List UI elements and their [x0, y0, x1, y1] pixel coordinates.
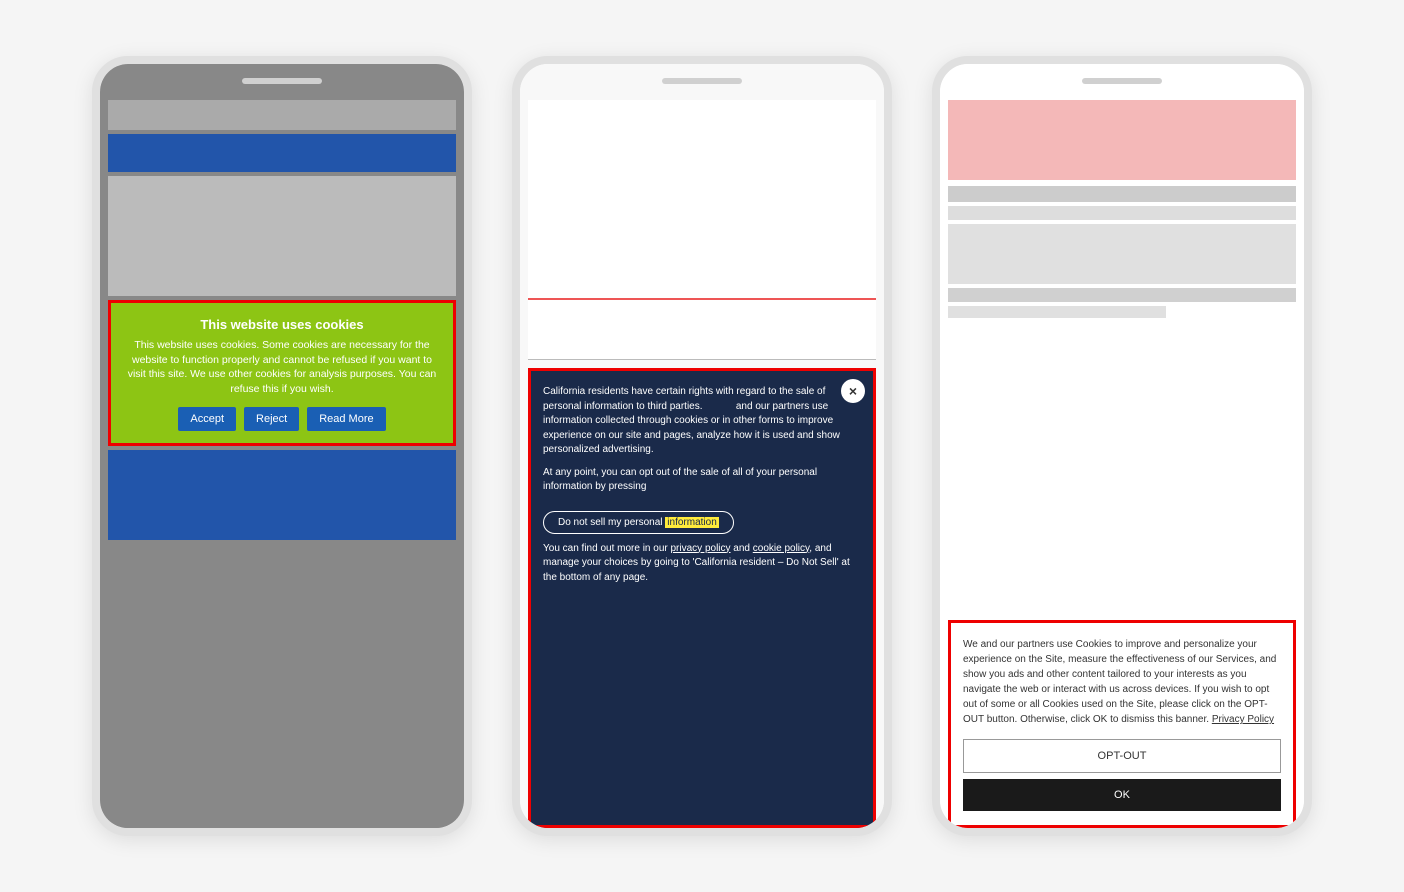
- ccpa-text2: At any point, you can opt out of the sal…: [543, 466, 861, 495]
- phone1-gray-bottom: [108, 540, 456, 828]
- close-icon: ×: [849, 383, 857, 399]
- privacy-policy-link[interactable]: privacy policy: [671, 543, 731, 554]
- phone3-pink-top: [948, 100, 1296, 180]
- opt-out-button[interactable]: OPT-OUT: [963, 739, 1281, 773]
- phone3-gray4: [948, 288, 1296, 302]
- do-not-sell-label: Do not sell my personal information: [558, 517, 719, 528]
- reject-button[interactable]: Reject: [244, 407, 299, 431]
- cookie-policy-link[interactable]: cookie policy: [753, 543, 810, 554]
- cookie-banner-title: This website uses cookies: [123, 317, 441, 332]
- ccpa-text1: California residents have certain rights…: [543, 385, 861, 458]
- phone1-content: This website uses cookies This website u…: [100, 64, 464, 828]
- phone2-white-mid: [528, 300, 876, 360]
- phone3-cookie-text: We and our partners use Cookies to impro…: [963, 637, 1281, 727]
- ccpa-close-button[interactable]: ×: [841, 379, 865, 403]
- phone2-content: × California residents have certain righ…: [520, 64, 884, 828]
- phone3-spacer: [940, 320, 1304, 612]
- phone3-gray3: [948, 224, 1296, 284]
- cookie-banner-buttons: Accept Reject Read More: [123, 407, 441, 431]
- ccpa-text3: You can find out more in our privacy pol…: [543, 542, 861, 586]
- phone2-white-top: [528, 100, 876, 300]
- phone1-bottom-blue: [108, 450, 456, 540]
- phone-1: This website uses cookies This website u…: [92, 56, 472, 836]
- phone3-content: We and our partners use Cookies to impro…: [940, 64, 1304, 828]
- phone3-gray5: [948, 306, 1166, 318]
- phone3-gray2: [948, 206, 1296, 220]
- phone3-cookie-banner: We and our partners use Cookies to impro…: [948, 620, 1296, 828]
- accept-button[interactable]: Accept: [178, 407, 236, 431]
- phone1-blue-bar: [108, 134, 456, 172]
- phone-2: × California residents have certain righ…: [512, 56, 892, 836]
- phone1-cookie-banner: This website uses cookies This website u…: [108, 300, 456, 446]
- phone1-gray-top: [108, 100, 456, 130]
- phone1-gray-block: [108, 176, 456, 296]
- privacy-policy-link[interactable]: Privacy Policy: [1212, 714, 1274, 725]
- cookie-banner-text: This website uses cookies. Some cookies …: [123, 338, 441, 397]
- do-not-sell-button[interactable]: Do not sell my personal information: [543, 511, 734, 534]
- read-more-button[interactable]: Read More: [307, 407, 385, 431]
- ok-button[interactable]: OK: [963, 779, 1281, 811]
- phone2-ccpa-banner: × California residents have certain righ…: [528, 368, 876, 828]
- highlight-information: information: [665, 517, 718, 528]
- phone-3: We and our partners use Cookies to impro…: [932, 56, 1312, 836]
- phone3-gray1: [948, 186, 1296, 202]
